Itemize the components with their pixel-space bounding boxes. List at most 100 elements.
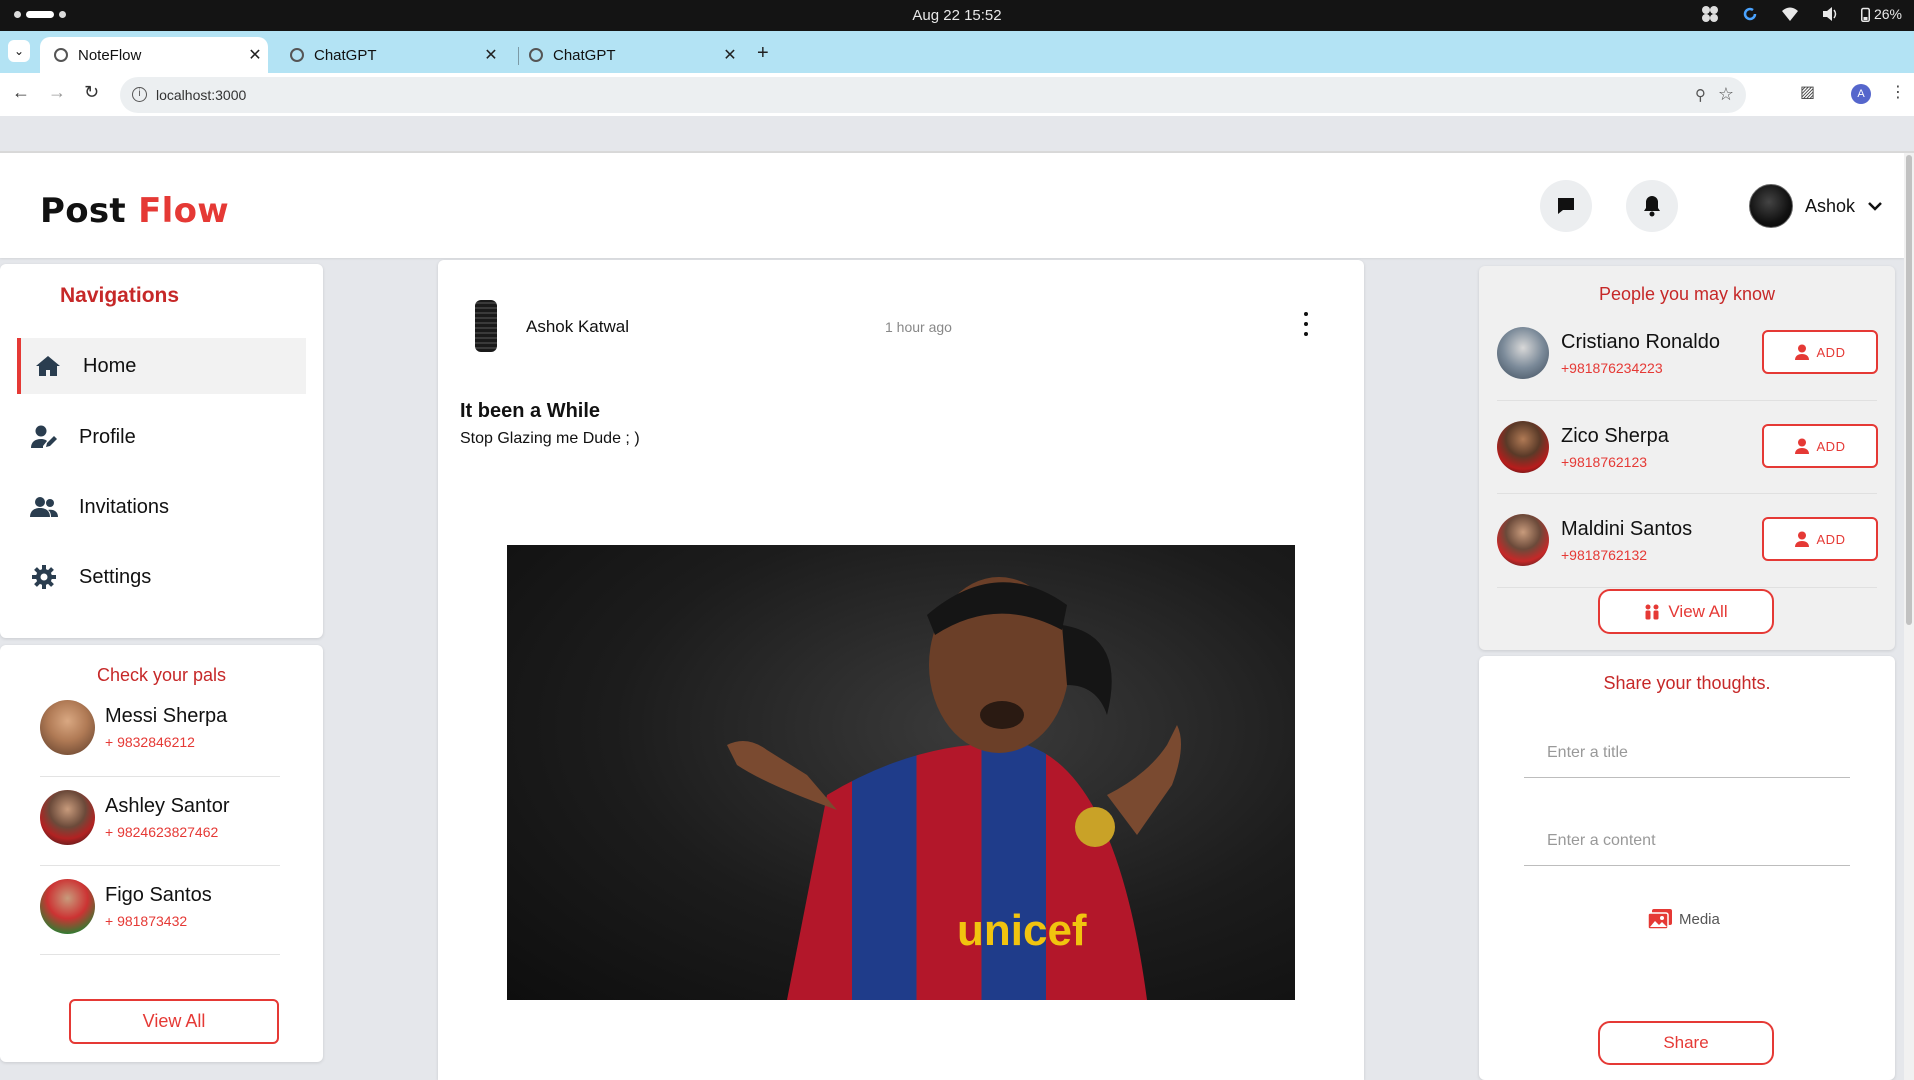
add-label: ADD: [1816, 344, 1846, 360]
suggestion-item[interactable]: Zico Sherpa +9818762123: [1497, 421, 1669, 473]
pals-heading: Check your pals: [96, 665, 227, 685]
pal-name: Messi Sherpa: [105, 705, 228, 727]
pal-item[interactable]: Ashley Santor + 9824623827462: [40, 790, 230, 845]
pal-item[interactable]: Figo Santos + 981873432: [40, 879, 212, 934]
add-friend-button[interactable]: ADD: [1762, 517, 1878, 561]
sync-icon: [1743, 7, 1757, 21]
chevron-down-icon[interactable]: [1867, 200, 1883, 212]
divider: [40, 954, 280, 955]
post-timestamp: 1 hour ago: [885, 319, 952, 335]
suggestion-item[interactable]: Maldini Santos +9818762132: [1497, 514, 1692, 566]
browser-tab-chatgpt-2[interactable]: ChatGPT ✕: [515, 37, 743, 73]
address-bar[interactable]: i localhost:3000 ⚲ ☆: [120, 77, 1746, 113]
content-field[interactable]: [1524, 816, 1850, 866]
chatgpt-icon: [290, 48, 304, 62]
post-title: It been a While: [460, 400, 601, 422]
pal-phone: + 9824623827462: [105, 824, 219, 840]
people-icon: [1645, 604, 1659, 619]
browser-tab-chatgpt-1[interactable]: ChatGPT ✕: [276, 37, 504, 73]
url-text[interactable]: localhost:3000: [156, 87, 246, 103]
app-logo[interactable]: Post Flow: [40, 191, 229, 231]
system-tray[interactable]: 26%: [1701, 6, 1902, 22]
close-icon[interactable]: ✕: [717, 45, 743, 65]
divider: [40, 865, 280, 866]
volume-icon: [1822, 7, 1837, 21]
home-icon: [31, 351, 65, 381]
os-clock[interactable]: Aug 22 15:52: [0, 7, 1914, 24]
share-button[interactable]: Share: [1598, 1021, 1774, 1065]
avatar: [40, 879, 95, 934]
add-label: ADD: [1816, 438, 1846, 454]
browser-toolbar: ← → ↻ i localhost:3000 ⚲ ☆ ▨ A ⋮: [0, 73, 1914, 116]
browser-tab-strip: ⌄ NoteFlow ✕ ChatGPT ✕ ChatGPT ✕ +: [0, 31, 1914, 73]
pals-view-all-button[interactable]: View All: [69, 999, 279, 1044]
tab-search-button[interactable]: ⌄: [8, 40, 30, 62]
suggestion-name: Maldini Santos: [1561, 517, 1693, 540]
bookmark-star-icon[interactable]: ☆: [1718, 84, 1734, 105]
chat-icon: [1558, 198, 1574, 214]
notifications-button[interactable]: [1626, 180, 1678, 232]
extensions-icon[interactable]: ▨: [1800, 82, 1815, 102]
user-menu[interactable]: Ashok: [1749, 184, 1883, 228]
nav-item-settings[interactable]: Settings: [17, 549, 306, 605]
post-options-icon[interactable]: [1302, 312, 1310, 336]
divider: [1497, 400, 1877, 401]
page-scrollbar[interactable]: [1904, 153, 1914, 1080]
divider: [1497, 587, 1877, 588]
view-all-label: View All: [1668, 601, 1728, 621]
avatar: [1497, 514, 1549, 566]
add-friend-button[interactable]: ADD: [1762, 330, 1878, 374]
image-icon: [1647, 909, 1672, 930]
post-author-name[interactable]: Ashok Katwal: [526, 317, 629, 337]
share-heading: Share your thoughts.: [1603, 673, 1771, 693]
back-arrow-icon[interactable]: ←: [12, 82, 30, 103]
user-avatar[interactable]: [1749, 184, 1793, 228]
scrollbar-thumb[interactable]: [1906, 155, 1912, 625]
suggestion-phone: +9818762123: [1561, 453, 1648, 470]
divider: [1497, 493, 1877, 494]
nav-item-profile[interactable]: Profile: [17, 409, 306, 465]
nav-item-home[interactable]: Home: [17, 338, 306, 394]
logo-text-post: Post: [40, 191, 139, 231]
navigation-heading: Navigations: [60, 284, 180, 307]
add-user-icon: [1794, 531, 1809, 547]
nav-item-invitations[interactable]: Invitations: [17, 479, 306, 535]
navigation-card: Navigations Home Profile Invitations Set…: [0, 264, 323, 638]
messages-button[interactable]: [1540, 180, 1592, 232]
title-field[interactable]: [1524, 728, 1850, 778]
gear-icon: [27, 562, 61, 592]
logo-text-flow: Flow: [138, 191, 229, 231]
chatgpt-icon: [529, 48, 543, 62]
browser-menu-icon[interactable]: ⋮: [1890, 82, 1906, 102]
zoom-icon[interactable]: ⚲: [1695, 86, 1706, 104]
title-input[interactable]: [1524, 728, 1850, 777]
user-name[interactable]: Ashok: [1805, 196, 1855, 217]
reload-icon[interactable]: ↻: [84, 82, 99, 103]
post-image[interactable]: unicef: [507, 545, 1295, 1000]
user-edit-icon: [27, 422, 61, 452]
forward-arrow-icon[interactable]: →: [48, 82, 66, 103]
site-info-icon[interactable]: i: [132, 87, 147, 102]
people-view-all-button[interactable]: View All: [1598, 589, 1774, 634]
users-icon: [27, 492, 61, 522]
new-tab-button[interactable]: +: [757, 42, 769, 65]
post-photo-player: unicef: [727, 577, 1181, 1000]
close-icon[interactable]: ✕: [242, 45, 268, 65]
media-button[interactable]: Media: [1647, 908, 1720, 930]
suggestion-item[interactable]: Cristiano Ronaldo +981876234223: [1497, 327, 1720, 379]
content-input[interactable]: [1524, 816, 1850, 865]
bell-icon: [1644, 196, 1660, 217]
media-label: Media: [1679, 910, 1720, 928]
browser-tab-noteflow[interactable]: NoteFlow ✕: [40, 37, 268, 73]
suggestion-phone: +981876234223: [1561, 359, 1663, 376]
app-indicator-icon: [1701, 6, 1718, 22]
avatar: [1497, 327, 1549, 379]
close-icon[interactable]: ✕: [478, 45, 504, 65]
profile-avatar[interactable]: A: [1851, 84, 1871, 104]
add-friend-button[interactable]: ADD: [1762, 424, 1878, 468]
post-author-avatar[interactable]: [475, 300, 497, 352]
share-thoughts-card: Share your thoughts. Media Share: [1479, 656, 1895, 1080]
post-card: Ashok Katwal 1 hour ago It been a While …: [438, 260, 1364, 1080]
nav-item-label: Invitations: [79, 495, 170, 518]
pal-item[interactable]: Messi Sherpa + 9832846212: [40, 700, 227, 755]
